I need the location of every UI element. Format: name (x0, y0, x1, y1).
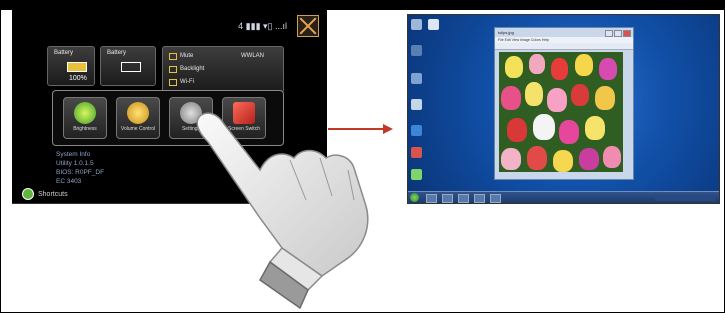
toggle-icon (169, 52, 177, 60)
app-icon[interactable] (411, 169, 422, 180)
setting-right[interactable]: WWLAN (241, 51, 264, 61)
shortcut-icon (22, 188, 34, 200)
image-viewer-window: tulips.jpg File Edit View Image Colors H… (494, 27, 634, 180)
maximize-icon[interactable] (614, 30, 622, 37)
settings-panel: Mute Backlight Wi-Fi WWLAN (162, 46, 284, 93)
minimize-icon[interactable] (605, 30, 613, 37)
system-info: System Info Utility 1.0.1.5 BIOS: R0PF_D… (56, 150, 104, 186)
system-tray[interactable] (655, 194, 715, 201)
battery-tile-1: Battery 100% (47, 46, 95, 86)
desktop-app-icon[interactable] (428, 19, 439, 30)
taskbar-button[interactable] (458, 194, 469, 203)
close-icon[interactable] (623, 30, 631, 37)
status-text: 4 ▮▮▮ ▾▯ ...ıl (238, 20, 287, 31)
media-icon[interactable] (411, 125, 422, 136)
toggle-icon (169, 78, 177, 86)
status-strip: 4 ▮▮▮ ▾▯ ...ıl (238, 15, 319, 37)
info-line: Utility 1.0.1.5 (56, 160, 94, 167)
app-icon[interactable] (411, 147, 422, 158)
battery-label-1: Battery (54, 50, 74, 56)
taskbar-button[interactable] (490, 194, 501, 203)
toggle-icon (169, 65, 177, 73)
documents-icon[interactable] (411, 99, 422, 110)
battery-empty-icon (121, 62, 141, 72)
close-icon[interactable] (297, 15, 319, 37)
recycle-bin-icon[interactable] (411, 19, 422, 30)
start-button[interactable] (410, 193, 419, 202)
window-toolbar[interactable] (495, 43, 633, 50)
window-controls (605, 30, 631, 37)
brightness-icon (74, 102, 96, 124)
tulip-photo (499, 52, 623, 172)
shortcut-button[interactable]: Shortcuts (22, 188, 68, 200)
brightness-button[interactable]: Brightness (63, 97, 107, 139)
setting-row[interactable]: Backlight (169, 64, 204, 74)
volume-icon (127, 102, 149, 124)
pointing-hand-illustration (196, 112, 369, 310)
setting-row[interactable]: Mute (169, 51, 193, 61)
top-black-bar (0, 0, 725, 10)
taskbar-button[interactable] (426, 194, 437, 203)
network-icon[interactable] (411, 73, 422, 84)
taskbar-button[interactable] (442, 194, 453, 203)
setting-row[interactable]: Wi-Fi (169, 77, 194, 87)
window-titlebar[interactable]: tulips.jpg (495, 28, 633, 37)
computer-icon[interactable] (411, 45, 422, 56)
info-line: EC 3403 (56, 178, 82, 185)
volume-control-button[interactable]: Volume Control (116, 97, 160, 139)
windows-desktop: tulips.jpg File Edit View Image Colors H… (407, 14, 720, 204)
taskbar (408, 191, 719, 203)
battery-percent: 100% (69, 75, 87, 82)
info-line: System Info (56, 151, 91, 158)
taskbar-button[interactable] (474, 194, 485, 203)
battery-tile-2: Battery (100, 46, 156, 86)
info-line: BIOS: R0PF_DF (56, 169, 105, 176)
battery-icon (67, 62, 87, 72)
battery-label-2: Battery (107, 50, 127, 56)
